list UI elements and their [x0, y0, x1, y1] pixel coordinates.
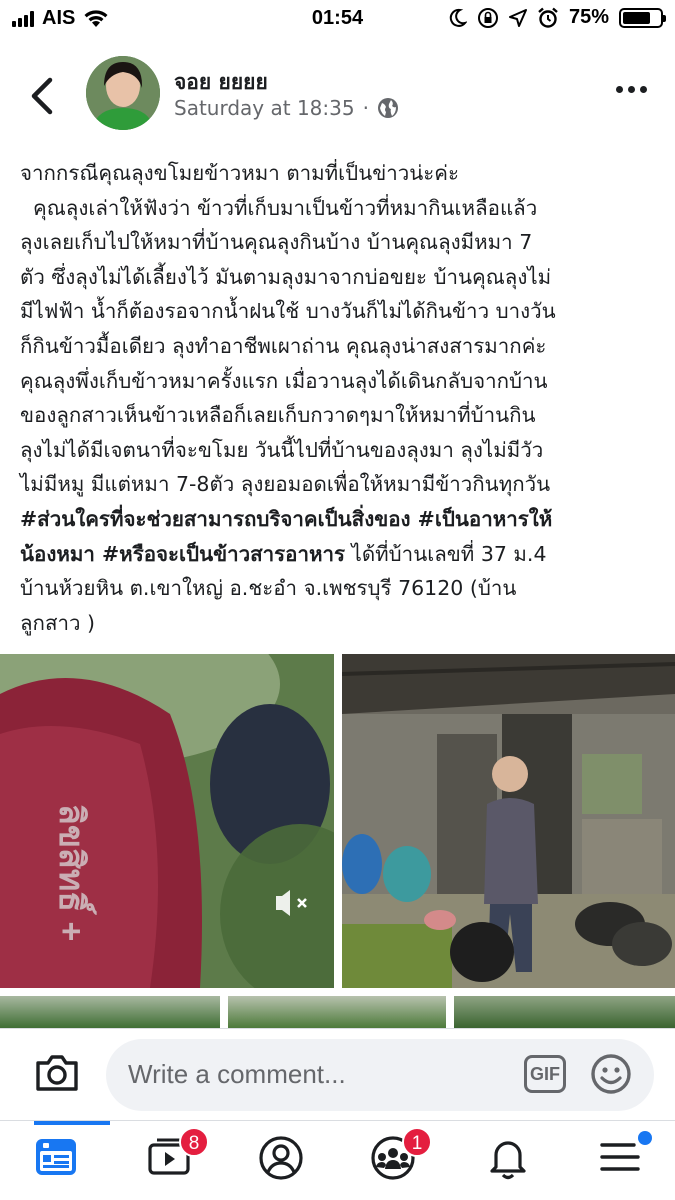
- author-name[interactable]: จอย ยยยย: [174, 66, 268, 99]
- avatar[interactable]: [86, 56, 160, 130]
- emoji-icon[interactable]: [590, 1053, 632, 1095]
- news-feed-icon: [36, 1139, 76, 1175]
- active-tab-indicator: [34, 1121, 110, 1125]
- post-line: ลุงเลยเก็บไปให้หมาที่บ้านคุณลุงกินบ้าง บ…: [20, 230, 533, 255]
- photo-thumbnail[interactable]: [228, 996, 446, 1028]
- more-options-icon[interactable]: [616, 86, 647, 93]
- tab-profile[interactable]: [258, 1135, 306, 1185]
- alarm-icon: [538, 7, 558, 28]
- post-line: ได้ที่บ้านเลขที่ 37 ม.4: [345, 541, 547, 566]
- profile-icon: [259, 1136, 303, 1180]
- battery-percent: 75%: [568, 6, 609, 28]
- camera-icon[interactable]: [34, 1053, 80, 1093]
- post-header: จอย ยยยย Saturday at 18:35 ·: [0, 52, 675, 138]
- gif-button[interactable]: GIF: [524, 1055, 566, 1093]
- tab-news-feed[interactable]: [34, 1135, 82, 1185]
- post-body: จากกรณีคุณลุงขโมยข้าวหมา ตามที่เป็นข่าวน…: [20, 156, 660, 640]
- location-icon: [508, 8, 527, 27]
- post-line: ก็กินข้าวมื้อเดียว ลุงทำอาชีพเผาถ่าน คุณ…: [20, 333, 547, 358]
- rotation-lock-icon: [477, 7, 498, 28]
- post-timestamp[interactable]: Saturday at 18:35: [174, 96, 355, 120]
- post-line: คุณลุงพึ่งเก็บข้าวหมาครั้งแรก เมื่อวานลุ…: [20, 368, 548, 393]
- svg-text:ลิขสิทธิ์ +: ลิขสิทธิ์ +: [52, 804, 97, 941]
- post-line: ตัว ซึ่งลุงไม่ได้เลี้ยงไว้ มันตามลุงมาจา…: [20, 264, 552, 289]
- menu-notification-dot: [638, 1131, 652, 1145]
- post-line: คุณลุงเล่าให้ฟังว่า ข้าวที่เก็บมาเป็นข้า…: [20, 195, 538, 220]
- meta-separator: ·: [362, 96, 369, 120]
- tab-groups[interactable]: 1: [370, 1127, 432, 1185]
- comment-input[interactable]: Write a comment... GIF: [106, 1039, 654, 1111]
- comment-bar: Write a comment... GIF: [0, 1028, 675, 1120]
- moon-icon: [449, 8, 467, 27]
- post-line: จากกรณีคุณลุงขโมยข้าวหมา ตามที่เป็นข่าวน…: [20, 161, 459, 185]
- post-line: ของลูกสาวเห็นข้าวเหลือก็เลยเก็บกวาดๆมาให…: [20, 403, 536, 428]
- address-line: บ้านห้วยหิน ต.เขาใหญ่ อ.ชะอำ จ.เพชรบุรี …: [20, 576, 517, 601]
- status-bar: AIS 01:54 75%: [0, 0, 675, 38]
- post-video[interactable]: ลิขสิทธิ์ +: [0, 654, 334, 988]
- hashtag-line[interactable]: #ส่วนใครที่จะช่วยสามารถบริจาคเป็นสิ่งของ…: [20, 502, 660, 537]
- post-line: มีไฟฟ้า น้ำก็ต้องรอจากน้ำฝนใช้ บางวันก็ไ…: [20, 299, 556, 324]
- watch-badge: 8: [179, 1127, 209, 1157]
- comment-placeholder: Write a comment...: [128, 1059, 346, 1089]
- photo-thumbnail[interactable]: [454, 996, 675, 1028]
- tab-watch[interactable]: 8: [147, 1127, 209, 1185]
- post-line: ลุงไม่ได้มีเจตนาที่จะขโมย วันนี้ไปที่บ้า…: [20, 437, 544, 462]
- groups-badge: 1: [402, 1127, 432, 1157]
- post-meta: Saturday at 18:35 ·: [174, 96, 399, 120]
- globe-icon: [377, 98, 398, 118]
- hashtag-line[interactable]: น้องหมา #หรือจะเป็นข้าวสารอาหาร: [20, 542, 345, 566]
- battery-icon: [619, 7, 666, 28]
- post-line: ไม่มีหมู มีแต่หมา 7-8ตัว ลุงยอมอดเพื่อให…: [20, 472, 551, 497]
- bottom-tab-bar: 8 1: [0, 1120, 675, 1200]
- back-arrow-icon[interactable]: [24, 76, 60, 116]
- hamburger-menu-icon: [600, 1143, 640, 1171]
- tab-menu[interactable]: [598, 1131, 652, 1185]
- post-photo[interactable]: [342, 654, 675, 988]
- tab-notifications[interactable]: [486, 1135, 534, 1185]
- photo-thumbnail[interactable]: [0, 996, 220, 1028]
- bell-icon: [490, 1141, 526, 1180]
- address-line: ลูกสาว ): [20, 610, 96, 635]
